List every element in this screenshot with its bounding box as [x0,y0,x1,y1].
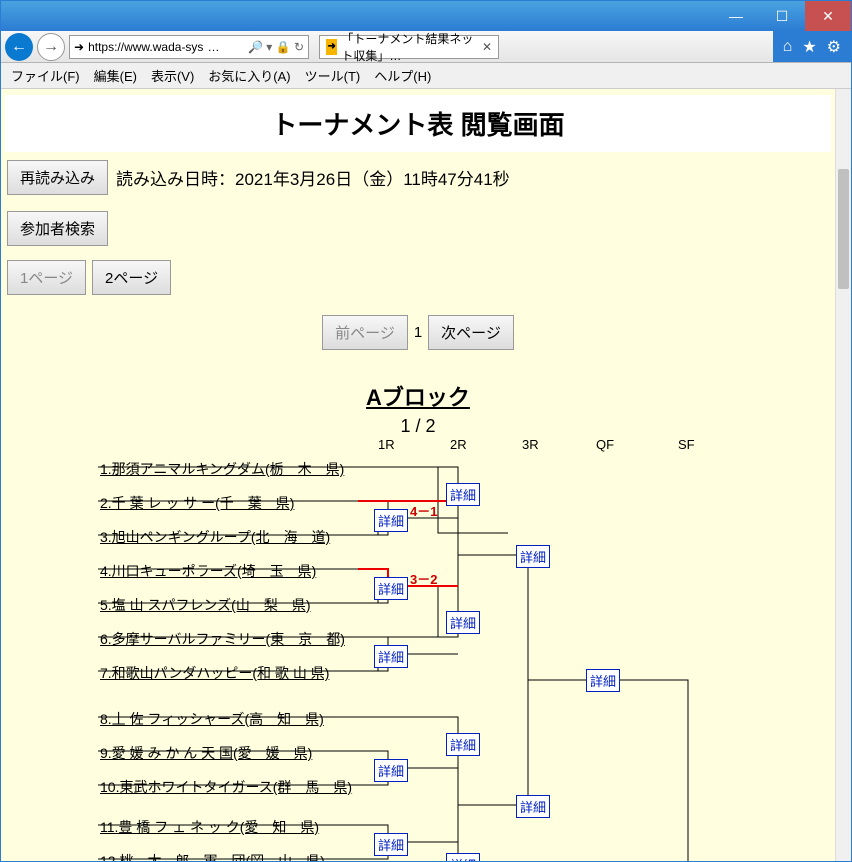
detail-button-2r-3[interactable]: 詳細 [446,733,480,756]
window-titlebar: — ☐ ✕ [1,1,851,31]
bracket-entry-2[interactable]: 2.千 葉 レ ッ サ ー(千 葉 県) [100,493,294,513]
menu-view[interactable]: 表示(V) [151,66,194,85]
detail-button-1r-4[interactable]: 詳細 [374,759,408,782]
bracket-entry-3[interactable]: 3.旭山ペンギングループ(北 海 道) [100,527,330,547]
bracket-entry-6[interactable]: 6.多摩サーバルファミリー(東 京 都) [100,629,345,649]
detail-button-qf-1[interactable]: 詳細 [586,669,620,692]
vertical-scrollbar[interactable] [835,89,851,861]
tab-title: 「トーナメント結果ネット収集」… [341,30,478,64]
round-qf: QF [596,437,614,452]
settings-icon[interactable]: ⚙ [827,37,841,57]
bracket-entry-7[interactable]: 7.和歌山パンダハッピー(和 歌 山 県) [100,663,329,683]
site-favicon-icon: ➜ [74,40,84,54]
score-match-2: 3－2 [410,569,437,588]
menu-tools[interactable]: ツール(T) [305,66,361,85]
page-tab-1[interactable]: 1ページ [7,260,86,295]
page-content: トーナメント表 閲覧画面 再読み込み 読み込み日時：2021年3月26日（金）1… [1,89,835,861]
detail-button-2r-4[interactable]: 詳細 [446,853,480,861]
bracket-entry-5[interactable]: 5.塩 山 スパフレンズ(山 梨 県) [100,595,311,615]
maximize-button[interactable]: ☐ [759,1,805,31]
page-title: トーナメント表 閲覧画面 [5,95,831,152]
menubar: ファイル(F) 編集(E) 表示(V) お気に入り(A) ツール(T) ヘルプ(… [1,63,851,89]
minimize-button[interactable]: — [713,1,759,31]
prev-page-button[interactable]: 前ページ [322,315,408,350]
page-tab-2[interactable]: 2ページ [92,260,171,295]
forward-button[interactable]: → [37,33,65,61]
browser-tab[interactable]: ➜ 「トーナメント結果ネット収集」… ✕ [319,35,499,59]
bracket-entry-9[interactable]: 9.愛 媛 み か ん 天 国(愛 媛 県) [100,743,312,763]
bracket-entry-1[interactable]: 1.那須アニマルキングダム(栃 木 県) [100,459,344,479]
url-text: https://www.wada-sys [88,40,203,54]
bracket-entry-10[interactable]: 10.東武ホワイトタイガース(群 馬 県) [100,777,352,797]
next-page-button[interactable]: 次ページ [428,315,514,350]
browser-quick-icons: ⌂ ★ ⚙ [773,31,851,62]
address-bar[interactable]: ➜ https://www.wada-sys … 🔎 ▾ 🔒 ↻ [69,35,309,59]
detail-button-1r-5[interactable]: 詳細 [374,833,408,856]
back-button[interactable]: ← [5,33,33,61]
current-page: 1 [414,324,422,341]
browser-navbar: ← → ➜ https://www.wada-sys … 🔎 ▾ 🔒 ↻ ➜ 「… [1,31,851,63]
bracket-entry-11[interactable]: 11.豊 橋 フ ェ ネ ッ ク(愛 知 県) [100,817,319,837]
detail-button-1r-1[interactable]: 詳細 [374,509,408,532]
tab-close-icon[interactable]: ✕ [482,40,492,54]
reload-button[interactable]: 再読み込み [7,160,108,195]
tab-favicon-icon: ➜ [326,39,337,55]
detail-button-2r-1[interactable]: 詳細 [446,483,480,506]
round-3r: 3R [522,437,539,452]
round-1r: 1R [378,437,395,452]
bracket-entry-12[interactable]: 12.桃 太 郎 軍 団(岡 山 県) [100,851,325,861]
menu-favorites[interactable]: お気に入り(A) [208,66,290,85]
score-match-1: 4－1 [410,501,437,520]
detail-button-1r-3[interactable]: 詳細 [374,645,408,668]
detail-button-1r-2[interactable]: 詳細 [374,577,408,600]
participant-search-button[interactable]: 参加者検索 [7,211,108,246]
addr-icons: 🔎 ▾ 🔒 ↻ [248,40,304,54]
bracket-entry-8[interactable]: 8.土 佐 フィッシャーズ(高 知 県) [100,709,324,729]
round-2r: 2R [450,437,467,452]
detail-button-2r-2[interactable]: 詳細 [446,611,480,634]
close-button[interactable]: ✕ [805,1,851,31]
detail-button-3r-1[interactable]: 詳細 [516,545,550,568]
block-title: Aブロック [7,380,829,412]
detail-button-3r-2[interactable]: 詳細 [516,795,550,818]
menu-edit[interactable]: 編集(E) [94,66,137,85]
load-timestamp: 読み込み日時：2021年3月26日（金）11時47分41秒 [116,165,510,190]
bracket-entry-4[interactable]: 4.川口キューポラーズ(埼 玉 県) [100,561,316,581]
round-sf: SF [678,437,695,452]
menu-help[interactable]: ヘルプ(H) [374,66,431,85]
block-page-indicator: 1 / 2 [7,416,829,437]
favorites-icon[interactable]: ★ [802,37,816,57]
menu-file[interactable]: ファイル(F) [11,66,80,85]
scrollbar-thumb[interactable] [838,169,849,289]
home-icon[interactable]: ⌂ [783,38,793,56]
